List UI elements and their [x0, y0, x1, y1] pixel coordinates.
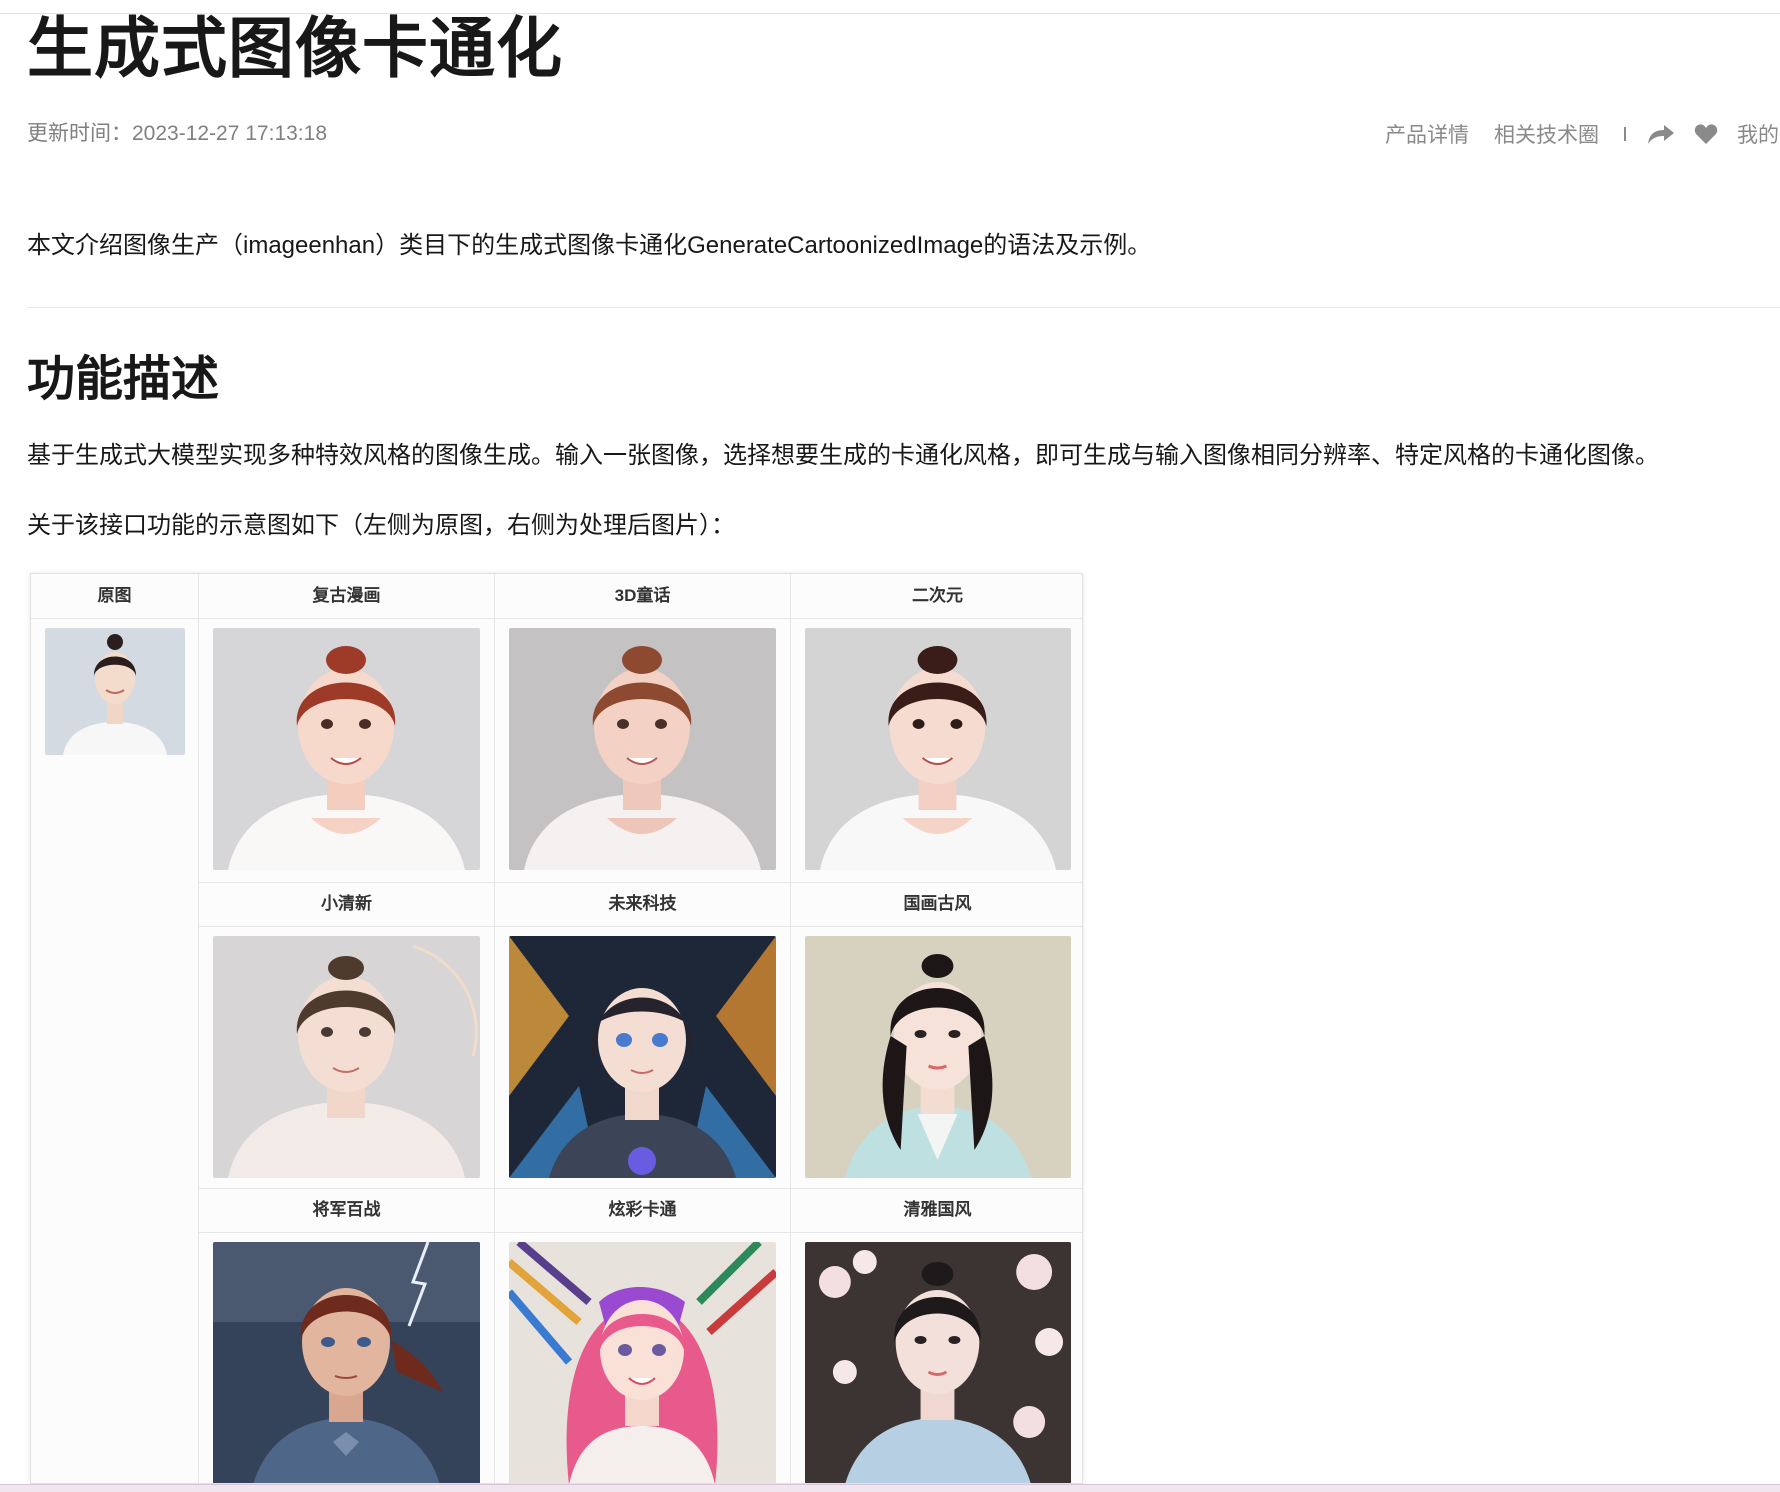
style-label: 国画古风 — [903, 894, 972, 913]
grid-line — [31, 618, 1082, 619]
style-label: 未来科技 — [608, 894, 677, 913]
page-title: 生成式图像卡通化 — [27, 11, 563, 85]
share-icon[interactable] — [1647, 123, 1675, 145]
my-favorites-link[interactable]: 我的收 — [1737, 119, 1780, 149]
heart-icon[interactable] — [1694, 123, 1718, 145]
cartoon-photo — [509, 628, 776, 870]
cartoon-photo — [509, 1242, 776, 1483]
update-time: 更新时间：2023-12-27 17:13:18 — [27, 122, 327, 145]
cartoon-photo — [509, 936, 776, 1178]
grid-line — [198, 926, 1082, 927]
cartoon-photo — [805, 936, 1071, 1178]
style-label: 二次元 — [912, 586, 963, 605]
grid-line — [494, 574, 495, 1483]
tech-circle-link[interactable]: 相关技术圈 — [1494, 119, 1599, 149]
intro-text: 本文介绍图像生产（imageenhan）类目下的生成式图像卡通化Generate… — [27, 232, 1152, 259]
style-label: 炫彩卡通 — [608, 1200, 677, 1219]
actions-separator — [1624, 127, 1626, 141]
style-label: 将军百战 — [312, 1200, 381, 1219]
style-label: 复古漫画 — [312, 586, 381, 605]
cartoon-photo — [213, 628, 480, 870]
style-demo-table: 原图 复古漫画 3D童话 二次元 小清新 未来科技 国画古风 将军百战 炫彩卡通… — [30, 573, 1083, 1484]
window-bottom-edge — [0, 1484, 1780, 1492]
doc-actions: 产品详情 相关技术圈 我的收 — [1385, 119, 1780, 149]
grid-line — [790, 574, 791, 1483]
section-title: 功能描述 — [27, 353, 220, 406]
cartoon-photo — [805, 628, 1071, 870]
cartoon-photo — [805, 1242, 1071, 1483]
style-label: 清雅国风 — [903, 1200, 972, 1219]
feature-description: 基于生成式大模型实现多种特效风格的图像生成。输入一张图像，选择想要生成的卡通化风… — [27, 442, 1659, 469]
column-header-original: 原图 — [97, 586, 132, 605]
grid-line — [198, 1232, 1082, 1233]
cartoon-photo — [213, 1242, 480, 1483]
grid-line — [198, 574, 199, 1483]
product-details-link[interactable]: 产品详情 — [1385, 119, 1469, 149]
section-divider — [27, 307, 1780, 308]
style-label: 3D童话 — [614, 586, 671, 605]
example-caption: 关于该接口功能的示意图如下（左侧为原图，右侧为处理后图片）： — [27, 512, 735, 539]
style-label: 小清新 — [321, 894, 372, 913]
original-photo — [45, 628, 185, 755]
cartoon-photo — [213, 936, 480, 1178]
